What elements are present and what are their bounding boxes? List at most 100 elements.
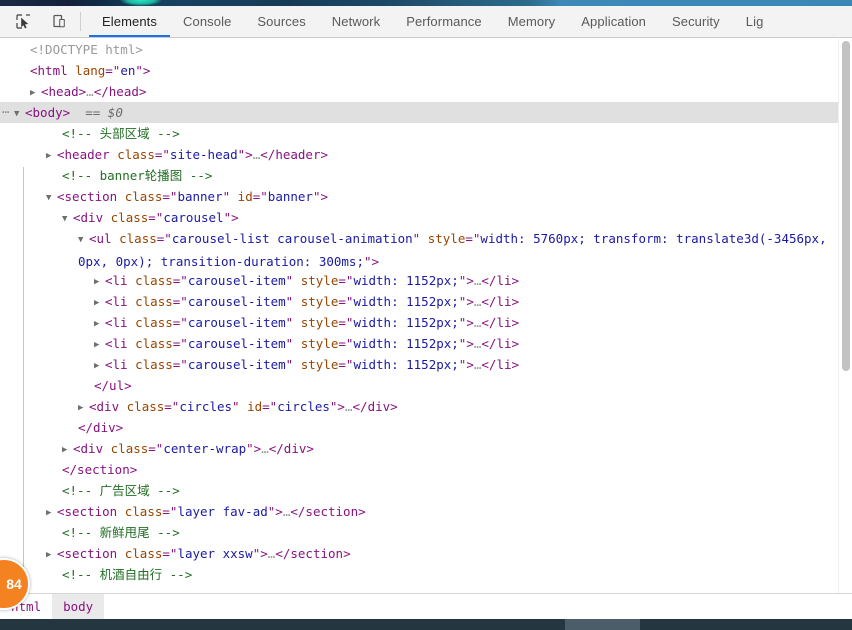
tab-security[interactable]: Security: [659, 6, 733, 37]
inspect-element-icon[interactable]: [10, 9, 36, 35]
dom-node-li-5[interactable]: ▶ <li class="carousel-item" style="width:…: [0, 354, 852, 375]
dom-node-comment-ad[interactable]: <!-- 广告区域 -->: [0, 480, 852, 501]
dom-node-comment-xxsw[interactable]: <!-- 新鲜甩尾 -->: [0, 522, 852, 543]
attr-name: class: [124, 546, 163, 561]
attr-value-2-part1: width: 5760px; transform: translate3d(-3…: [480, 231, 789, 246]
tab-sources[interactable]: Sources: [244, 6, 318, 37]
tab-application[interactable]: Application: [568, 6, 659, 37]
attr-name-2: style: [300, 273, 339, 288]
tab-memory[interactable]: Memory: [495, 6, 569, 37]
attr-value: site-head: [169, 147, 238, 162]
attr-name: class: [135, 357, 173, 372]
collapse-arrow-icon[interactable]: ▼: [62, 209, 73, 230]
expand-arrow-icon[interactable]: ▶: [78, 398, 89, 419]
attr-name-2: id: [247, 399, 263, 414]
comment-text: <!-- banner轮播图 -->: [62, 168, 213, 183]
breadcrumb: html body: [0, 593, 852, 620]
attr-value: en: [120, 63, 136, 78]
collapse-arrow-icon[interactable]: ▼: [78, 230, 89, 251]
dom-node-section-fav-ad[interactable]: ▶ <section class="layer fav-ad">…</sectio…: [0, 501, 852, 522]
tag-name-close: head: [108, 84, 139, 99]
comment-text: <!-- 头部区域 -->: [62, 126, 180, 141]
dom-node-head[interactable]: ▶ <head>…</head>: [0, 81, 852, 102]
expand-arrow-icon[interactable]: ▶: [46, 146, 57, 167]
device-toolbar-icon[interactable]: [46, 9, 72, 35]
attr-name-2: style: [300, 294, 339, 309]
dom-node-header[interactable]: ▶ <header class="site-head">…</header>: [0, 144, 852, 165]
expand-arrow-icon[interactable]: ▶: [46, 503, 57, 524]
attr-value-2: width: 1152px;: [353, 357, 459, 372]
console-reference: [70, 105, 85, 120]
attr-name: class: [135, 315, 173, 330]
expand-arrow-icon[interactable]: ▶: [30, 83, 41, 104]
expand-arrow-icon[interactable]: ▶: [94, 356, 105, 377]
tag-name-close: div: [367, 399, 391, 414]
tab-network[interactable]: Network: [319, 6, 393, 37]
expand-arrow-icon[interactable]: ▶: [94, 293, 105, 314]
tag-name: ul: [96, 231, 112, 246]
tag-name: div: [96, 399, 120, 414]
dom-tree-scrollbar[interactable]: [838, 39, 852, 593]
dom-node-html[interactable]: <html lang="en">: [0, 60, 852, 81]
tab-elements[interactable]: Elements: [89, 6, 170, 37]
dom-node-comment-header[interactable]: <!-- 头部区域 -->: [0, 123, 852, 144]
attr-value-2: circles: [277, 399, 330, 414]
collapse-arrow-icon[interactable]: ▼: [46, 188, 57, 209]
dom-node-section-banner[interactable]: ▼ <section class="banner" id="banner">: [0, 186, 852, 207]
dom-node-li-1[interactable]: ▶ <li class="carousel-item" style="width:…: [0, 270, 852, 291]
attr-value: carousel-item: [187, 357, 286, 372]
dom-node-li-2[interactable]: ▶ <li class="carousel-item" style="width:…: [0, 291, 852, 312]
dom-node-comment-banner[interactable]: <!-- banner轮播图 -->: [0, 165, 852, 186]
attr-value: carousel-item: [187, 273, 286, 288]
dom-node-div-close-carousel[interactable]: </div>: [0, 417, 852, 438]
tag-name: html: [37, 63, 68, 78]
tag-name: li: [112, 357, 128, 372]
attr-name: class: [126, 399, 165, 414]
tag-name-close: li: [496, 336, 512, 351]
collapsed-ellipsis: …: [261, 441, 269, 456]
expand-arrow-icon[interactable]: ▶: [46, 545, 57, 566]
dom-node-doctype[interactable]: <!DOCTYPE html>: [0, 39, 852, 60]
dom-node-li-4[interactable]: ▶ <li class="carousel-item" style="width:…: [0, 333, 852, 354]
expand-arrow-icon[interactable]: ▶: [94, 314, 105, 335]
tag-name-close: li: [496, 315, 512, 330]
close-tag-text: </section>: [62, 462, 138, 477]
scrollbar-thumb[interactable]: [842, 41, 850, 371]
collapsed-ellipsis: …: [344, 399, 353, 414]
attr-value: layer xxsw: [177, 546, 253, 561]
dom-tree-panel[interactable]: <!DOCTYPE html> <html lang="en"> ▶ <head>…: [0, 39, 852, 593]
dom-node-section-xxsw[interactable]: ▶ <section class="layer xxsw">…</section>: [0, 543, 852, 564]
dom-node-div-circles[interactable]: ▶ <div class="circles" id="circles">…</di…: [0, 396, 852, 417]
attr-name: class: [135, 336, 173, 351]
dom-node-div-carousel[interactable]: ▼ <div class="carousel">: [0, 207, 852, 228]
dom-node-ul-close[interactable]: </ul>: [0, 375, 852, 396]
dom-node-li-3[interactable]: ▶ <li class="carousel-item" style="width:…: [0, 312, 852, 333]
breadcrumb-item-body[interactable]: body: [52, 593, 105, 620]
attr-value-2: width: 1152px;: [353, 294, 459, 309]
expand-arrow-icon[interactable]: ▶: [62, 440, 73, 461]
tag-name: head: [48, 84, 79, 99]
dom-node-ul-carousel-list[interactable]: ▼ <ul class="carousel-list carousel-anima…: [0, 228, 852, 270]
issue-count-label: 84: [6, 576, 22, 592]
dom-node-div-center-wrap[interactable]: ▶ <div class="center-wrap">…</div>: [0, 438, 852, 459]
attr-name: class: [135, 273, 173, 288]
expand-arrow-icon[interactable]: ▶: [94, 272, 105, 293]
node-more-icon[interactable]: ⋯: [2, 102, 9, 123]
tab-performance[interactable]: Performance: [393, 6, 495, 37]
tag-name-close: li: [496, 294, 512, 309]
expand-arrow-icon[interactable]: ▶: [94, 335, 105, 356]
collapse-arrow-icon[interactable]: ▼: [14, 104, 25, 125]
dom-node-section-close[interactable]: </section>: [0, 459, 852, 480]
dom-node-body[interactable]: ⋯ ▼ <body> == $0: [0, 102, 852, 123]
toolbar-separator: [80, 12, 81, 31]
attr-value-2: banner: [267, 189, 313, 204]
tab-lighthouse[interactable]: Lig: [733, 6, 777, 37]
attr-name-2: style: [300, 336, 339, 351]
tab-console[interactable]: Console: [170, 6, 244, 37]
attr-value: carousel: [163, 210, 224, 225]
attr-name: class: [117, 147, 155, 162]
attr-value: carousel-item: [187, 315, 286, 330]
attr-value: carousel-item: [187, 294, 286, 309]
tag-name: div: [80, 210, 104, 225]
dom-node-comment-jjzyx[interactable]: <!-- 机酒自由行 -->: [0, 564, 852, 585]
